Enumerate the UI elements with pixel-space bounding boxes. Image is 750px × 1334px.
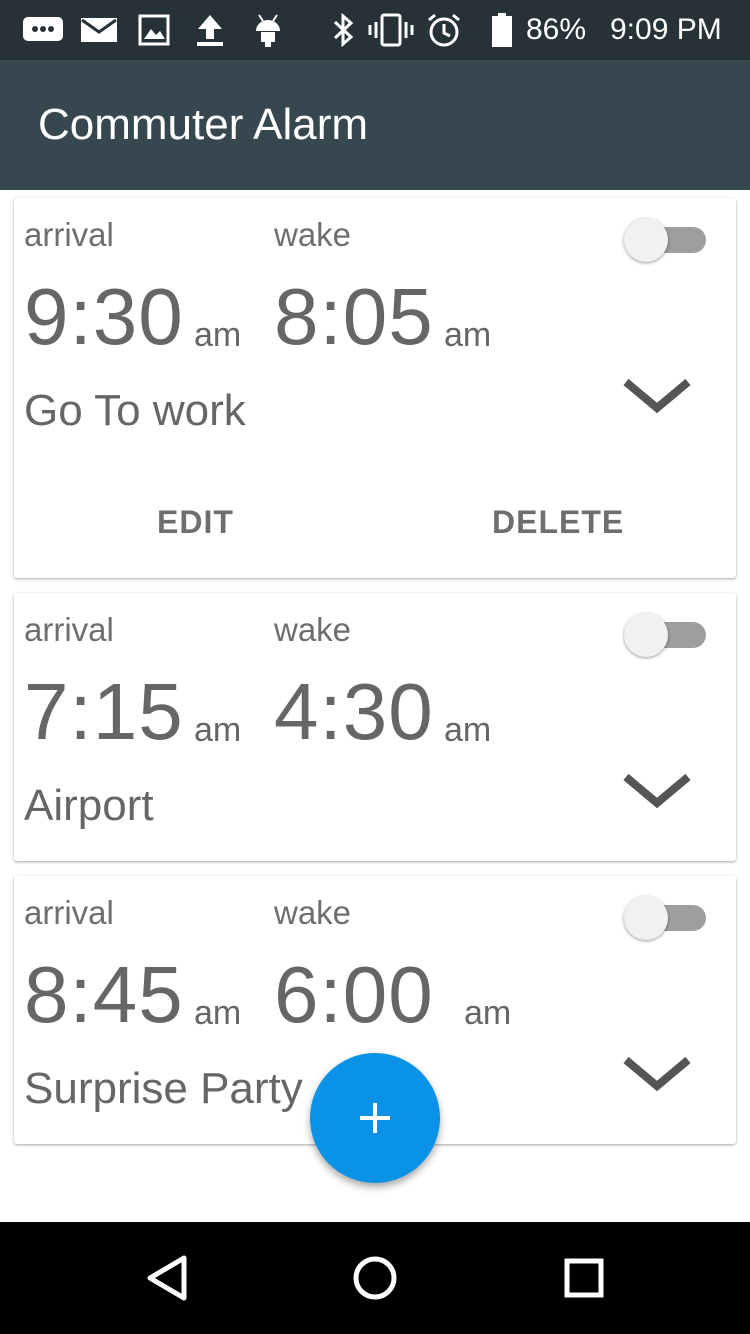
- wake-label: wake: [274, 216, 352, 253]
- add-alarm-button[interactable]: [310, 1053, 440, 1183]
- wake-time: 6:00: [274, 950, 434, 1039]
- image-icon: [138, 12, 170, 48]
- wake-period: am: [444, 316, 492, 354]
- wake-period: am: [444, 711, 492, 749]
- plus-icon: [360, 1103, 390, 1133]
- home-icon[interactable]: [347, 1250, 403, 1306]
- alarm-toggle[interactable]: [624, 613, 708, 657]
- alarm-toggle[interactable]: [624, 218, 708, 262]
- chevron-down-icon[interactable]: [620, 769, 694, 811]
- arrival-period: am: [194, 994, 242, 1032]
- recents-icon[interactable]: [556, 1250, 612, 1306]
- arrival-time: 8:45: [24, 950, 184, 1039]
- arrival-label: arrival: [24, 216, 114, 253]
- navigation-bar: [0, 1222, 750, 1334]
- vibrate-icon: [368, 12, 414, 48]
- alarm-toggle[interactable]: [624, 896, 708, 940]
- arrival-time: 7:15: [24, 667, 184, 756]
- arrival-time: 9:30: [24, 272, 184, 361]
- delete-button[interactable]: DELETE: [492, 504, 624, 541]
- messages-icon: [22, 12, 64, 48]
- mail-icon: [80, 12, 118, 48]
- chevron-down-icon[interactable]: [620, 1052, 694, 1094]
- battery-icon: [490, 12, 514, 48]
- upload-icon: [194, 12, 226, 48]
- android-icon: [252, 12, 284, 48]
- alarm-clock-icon: [425, 12, 463, 48]
- alarm-name: Airport: [24, 781, 154, 830]
- back-icon[interactable]: [140, 1250, 196, 1306]
- alarm-name: Surprise Party: [24, 1064, 303, 1113]
- arrival-label: arrival: [24, 611, 114, 648]
- alarm-card[interactable]: arrival wake 7:15 am 4:30 am Airport: [14, 593, 736, 861]
- wake-period: am: [464, 994, 512, 1032]
- wake-time: 8:05: [274, 272, 434, 361]
- status-bar: 86% 9:09 PM: [0, 0, 750, 60]
- bluetooth-icon: [330, 12, 356, 48]
- app-title: Commuter Alarm: [38, 100, 369, 149]
- alarm-card[interactable]: arrival wake 9:30 am 8:05 am Go To work …: [14, 198, 736, 578]
- arrival-period: am: [194, 711, 242, 749]
- arrival-period: am: [194, 316, 242, 354]
- wake-label: wake: [274, 611, 352, 648]
- arrival-label: arrival: [24, 894, 114, 931]
- alarm-name: Go To work: [24, 386, 246, 435]
- battery-percent: 86%: [526, 13, 587, 46]
- wake-label: wake: [274, 894, 352, 931]
- status-clock: 9:09 PM: [610, 13, 722, 46]
- edit-button[interactable]: EDIT: [157, 504, 234, 541]
- chevron-down-icon[interactable]: [620, 374, 694, 416]
- wake-time: 4:30: [274, 667, 434, 756]
